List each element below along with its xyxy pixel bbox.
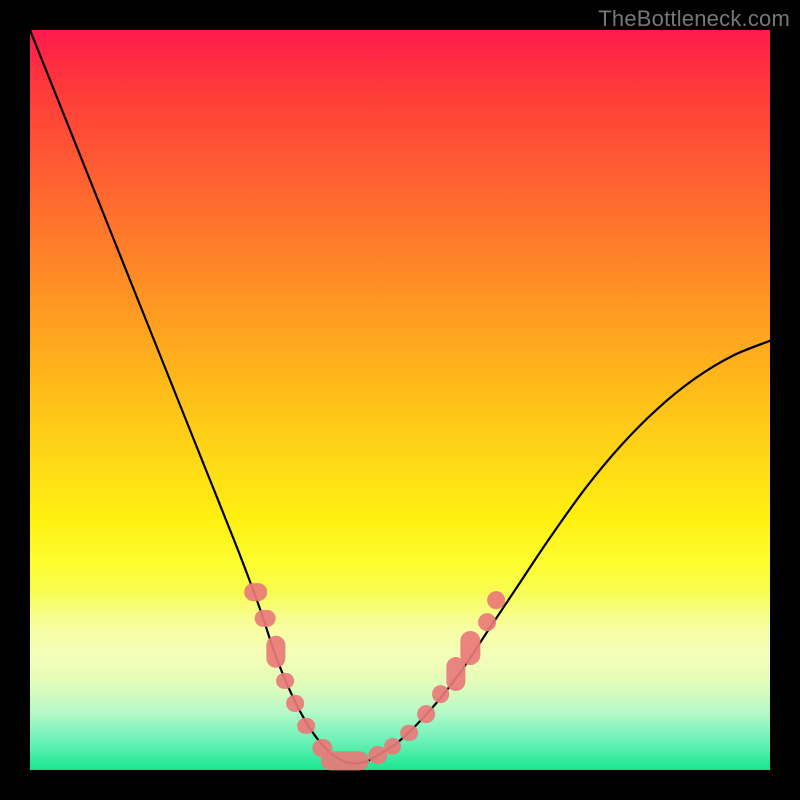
- curve-marker: [487, 591, 505, 609]
- curve-marker: [432, 685, 450, 703]
- curve-marker: [244, 584, 268, 602]
- curve-marker: [255, 610, 276, 626]
- curve-marker: [384, 738, 402, 754]
- curve-marker: [313, 739, 332, 757]
- curve-marker: [478, 613, 496, 631]
- chart-curve-svg: [30, 30, 770, 770]
- curve-marker: [400, 725, 418, 741]
- curve-marker: [368, 746, 387, 764]
- chart-stage: TheBottleneck.com: [0, 0, 800, 800]
- curve-marker: [417, 705, 435, 723]
- watermark-text: TheBottleneck.com: [598, 6, 790, 32]
- curve-marker: [286, 695, 304, 711]
- curve-marker: [446, 657, 465, 691]
- curve-marker: [461, 631, 480, 665]
- curve-marker: [266, 635, 285, 668]
- bottleneck-curve: [30, 30, 770, 764]
- curve-marker: [276, 673, 294, 689]
- chart-plot-area: [30, 30, 770, 770]
- curve-marker: [297, 717, 315, 733]
- curve-marker: [320, 751, 368, 770]
